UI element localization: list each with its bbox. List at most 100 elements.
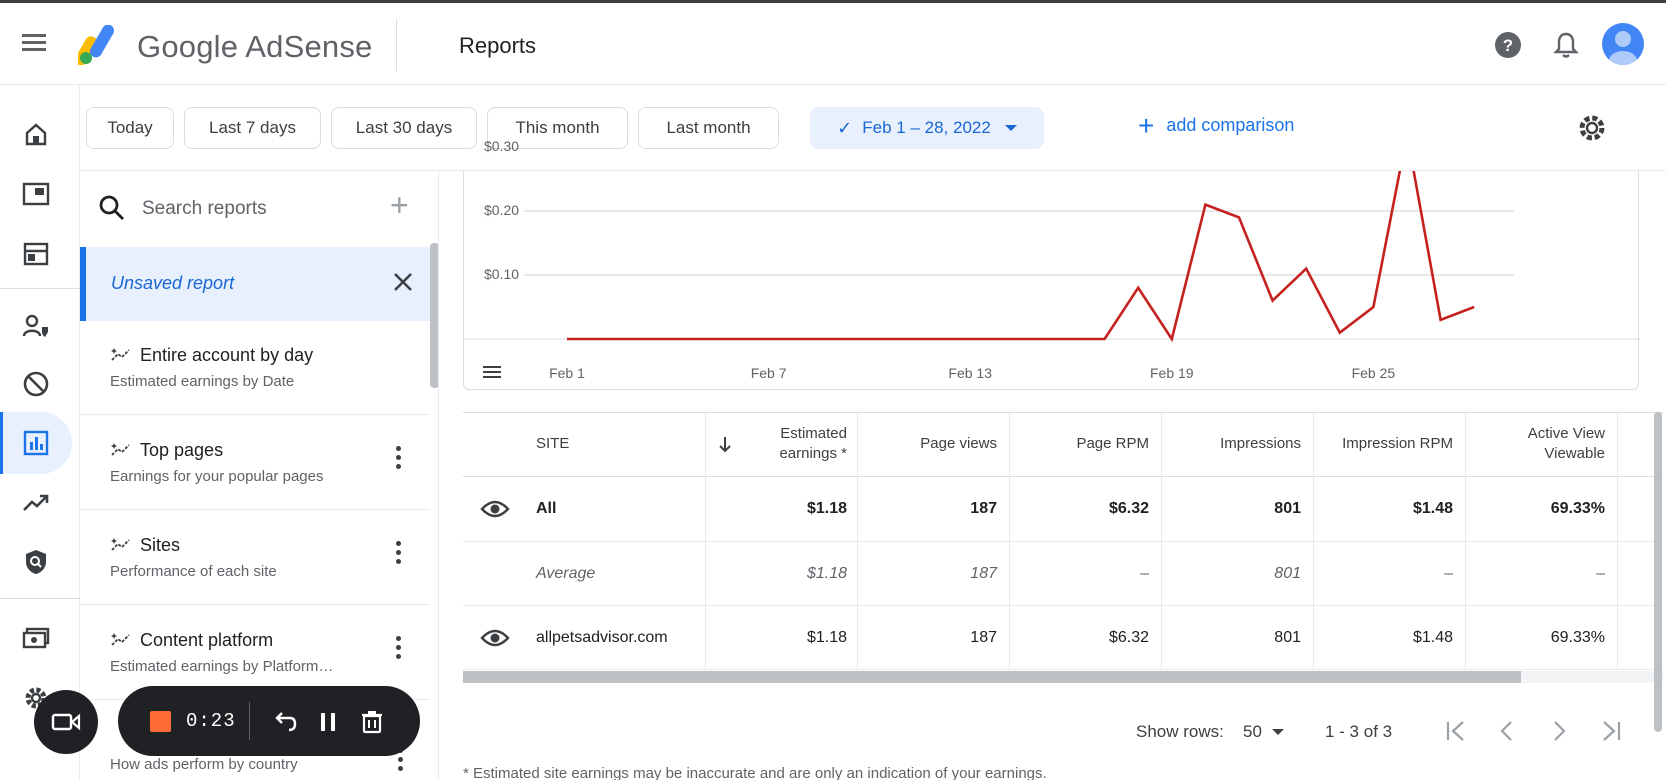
- rail-policy-center[interactable]: [0, 531, 72, 593]
- earnings-line-chart: [464, 171, 1640, 343]
- col-header-page-rpm[interactable]: Page RPM: [1005, 412, 1149, 476]
- rail-home[interactable]: [0, 103, 72, 165]
- app-header: Google AdSense Reports ?: [0, 3, 1666, 85]
- close-icon[interactable]: [390, 269, 416, 295]
- first-page-icon[interactable]: [1441, 716, 1471, 746]
- report-subtitle: Performance of each site: [110, 563, 277, 580]
- recording-controls: 0:23: [118, 686, 420, 756]
- report-subtitle: Earnings for your popular pages: [110, 468, 324, 485]
- horizontal-scrollbar[interactable]: [463, 671, 1663, 683]
- help-icon[interactable]: ?: [1494, 31, 1522, 59]
- svg-text:?: ?: [1503, 36, 1513, 55]
- more-vert-icon[interactable]: [393, 541, 403, 571]
- value-cell: 801: [1274, 564, 1301, 582]
- more-vert-icon[interactable]: [393, 446, 403, 476]
- x-axis-tick: Feb 19: [1150, 365, 1194, 381]
- panel-scrollbar[interactable]: [430, 243, 438, 388]
- x-axis-tick: Feb 25: [1351, 365, 1396, 381]
- value-cell: 801: [1274, 500, 1301, 517]
- value-cell: $1.18: [806, 500, 847, 517]
- more-vert-icon[interactable]: [393, 636, 403, 666]
- col-header-impression-rpm[interactable]: Impression RPM: [1309, 412, 1453, 476]
- pagination: Show rows: 50 1 - 3 of 3: [463, 712, 1663, 752]
- col-header-active-view-viewable[interactable]: Active View Viewable: [1463, 412, 1605, 476]
- y-axis-tick: $0.30: [484, 138, 520, 154]
- sparkle-trend-icon: [111, 633, 130, 646]
- col-header-estimated-earnings[interactable]: Estimated earnings *: [745, 412, 847, 476]
- horizontal-scrollbar-thumb[interactable]: [463, 671, 1521, 683]
- page-range: 1 - 3 of 3: [1325, 722, 1393, 741]
- arrow-down-icon[interactable]: [717, 434, 733, 454]
- report-subtitle-partial: How ads perform by country: [110, 756, 298, 773]
- report-sites[interactable]: Sites Performance of each site: [80, 511, 430, 605]
- report-subtitle: Estimated earnings by Date: [110, 373, 295, 390]
- x-axis-tick: Feb 13: [948, 365, 992, 381]
- last-page-icon[interactable]: [1596, 716, 1626, 746]
- col-header-label: Page views: [920, 435, 997, 452]
- rail-blocking[interactable]: [0, 353, 72, 415]
- recorder-divider: [249, 702, 250, 740]
- value-cell: $1.18: [806, 564, 847, 582]
- date-filter-bar: Today Last 7 days Last 30 days This mont…: [80, 85, 1666, 171]
- date-range-dropdown[interactable]: ✓ Feb 1 – 28, 2022: [810, 107, 1044, 149]
- add-report-plus-icon[interactable]: +: [390, 187, 409, 224]
- col-header-site[interactable]: SITE: [536, 412, 686, 476]
- rows-per-page-value: 50: [1243, 722, 1262, 741]
- value-cell: $1.18: [806, 628, 847, 646]
- camera-toggle-button[interactable]: [34, 690, 98, 754]
- col-header-label: Impressions: [1220, 435, 1301, 452]
- col-header-label: Impression RPM: [1342, 435, 1453, 452]
- filter-last-30-days[interactable]: Last 30 days: [331, 107, 477, 149]
- sparkle-trend-icon: [111, 348, 130, 361]
- rows-per-page-select[interactable]: 50: [1243, 722, 1284, 742]
- rail-optimization[interactable]: [0, 472, 72, 534]
- site-cell[interactable]: allpetsadvisor.com: [536, 606, 676, 669]
- unsaved-report-item[interactable]: Unsaved report: [80, 247, 430, 321]
- block-icon: [23, 371, 49, 397]
- col-header-label: Page RPM: [1076, 435, 1149, 452]
- rail-privacy[interactable]: [0, 295, 72, 357]
- add-comparison-button[interactable]: + add comparison: [1138, 111, 1294, 139]
- notifications-bell-icon[interactable]: [1553, 31, 1579, 59]
- user-shield-icon: [22, 314, 48, 337]
- rail-ads[interactable]: [0, 223, 72, 285]
- x-axis-tick: Feb 1: [549, 365, 585, 381]
- undo-icon[interactable]: [270, 708, 298, 736]
- home-icon: [25, 123, 47, 146]
- shield-search-icon: [26, 550, 46, 574]
- next-page-icon[interactable]: [1544, 716, 1574, 746]
- pause-icon[interactable]: [314, 708, 342, 736]
- filter-today[interactable]: Today: [86, 107, 174, 149]
- settings-gear-icon[interactable]: [1576, 112, 1608, 144]
- rail-payments[interactable]: [0, 607, 72, 669]
- stop-recording-button[interactable]: [150, 711, 171, 732]
- report-title: Top pages: [140, 440, 224, 460]
- trash-icon[interactable]: [358, 708, 386, 736]
- rail-sites[interactable]: [0, 163, 72, 225]
- col-header-page-views[interactable]: Page views: [853, 412, 997, 476]
- value-cell: 187: [970, 628, 997, 646]
- value-cell: 69.33%: [1550, 628, 1605, 646]
- account-avatar[interactable]: [1602, 23, 1644, 65]
- earnings-footnote: * Estimated site earnings may be inaccur…: [463, 765, 1047, 780]
- report-entire-account-by-day[interactable]: Entire account by day Estimated earnings…: [80, 321, 430, 415]
- report-search-row: +: [80, 171, 438, 247]
- main-vertical-scrollbar[interactable]: [1654, 412, 1662, 732]
- show-rows-label: Show rows:: [1136, 722, 1224, 741]
- value-cell: 187: [970, 564, 997, 582]
- previous-page-icon[interactable]: [1492, 716, 1522, 746]
- search-reports-input[interactable]: [142, 193, 382, 225]
- header-divider: [396, 19, 397, 71]
- eye-icon[interactable]: [480, 499, 510, 519]
- rail-separator: [0, 598, 80, 599]
- filter-last-7-days[interactable]: Last 7 days: [184, 107, 321, 149]
- menu-icon[interactable]: [22, 31, 48, 55]
- report-top-pages[interactable]: Top pages Earnings for your popular page…: [80, 416, 430, 510]
- payments-icon: [22, 627, 50, 649]
- col-header-impressions[interactable]: Impressions: [1157, 412, 1301, 476]
- list-view-icon[interactable]: [482, 364, 502, 380]
- filter-last-month[interactable]: Last month: [638, 107, 779, 149]
- eye-icon[interactable]: [480, 628, 510, 648]
- rail-reports[interactable]: [0, 412, 72, 474]
- value-cell: 801: [1274, 628, 1301, 646]
